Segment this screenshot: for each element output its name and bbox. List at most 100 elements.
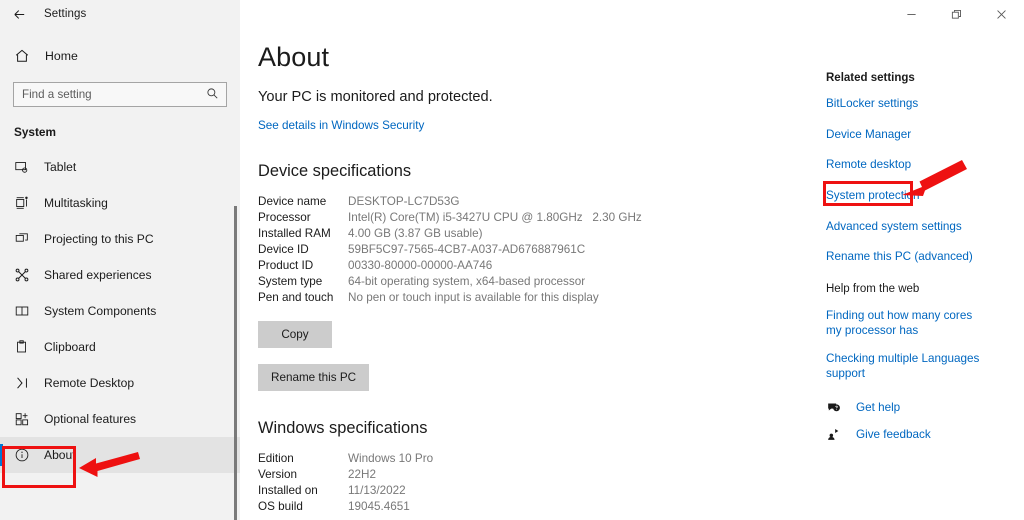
copy-button[interactable]: Copy: [258, 321, 332, 348]
rail-link-device-manager[interactable]: Device Manager: [826, 128, 911, 143]
window-controls: [889, 0, 1024, 28]
spec-key: Installed RAM: [258, 226, 331, 240]
rail-link-bitlocker-settings[interactable]: BitLocker settings: [826, 97, 918, 112]
sidebar-section-label: System: [14, 125, 56, 139]
get-help-row[interactable]: Get help: [826, 400, 1024, 415]
spec-key: Device name: [258, 194, 327, 208]
page-title: About: [258, 42, 330, 72]
sidebar-item-shared-experiences[interactable]: Shared experiences: [0, 257, 240, 293]
search-input[interactable]: [14, 83, 194, 106]
table-row: Installed RAM 4.00 GB (3.87 GB usable): [258, 225, 642, 241]
rename-this-pc-button[interactable]: Rename this PC: [258, 364, 370, 391]
home-icon: [14, 48, 36, 64]
spec-key: Installed on: [258, 483, 318, 497]
table-row: Processor Intel(R) Core(TM) i5-3427U CPU…: [258, 209, 642, 225]
sidebar-item-label: Optional features: [44, 412, 137, 426]
sidebar-item-label: Projecting to this PC: [44, 232, 154, 246]
sidebar-item-projecting-to-this-pc[interactable]: Projecting to this PC: [0, 221, 240, 257]
spec-key: Pen and touch: [258, 290, 334, 304]
restore-button[interactable]: [934, 0, 979, 28]
windows-specifications-table: Edition Windows 10 Pro Version 22H2 Inst…: [258, 450, 433, 514]
give-feedback-link[interactable]: Give feedback: [856, 428, 931, 441]
spec-value: 00330-80000-00000-AA746: [348, 258, 493, 272]
sidebar-item-about[interactable]: About: [0, 437, 240, 473]
help-link-languages-support[interactable]: Checking multiple Languages support: [826, 351, 986, 381]
spec-value: 4.00 GB (3.87 GB usable): [348, 226, 483, 240]
sidebar-item-optional-features[interactable]: Optional features: [0, 401, 240, 437]
spec-key: Edition: [258, 451, 294, 465]
sidebar-home-label: Home: [45, 49, 78, 63]
clipboard-icon: [14, 337, 34, 357]
table-row: Product ID 00330-80000-00000-AA746: [258, 257, 642, 273]
title-bar-left: Settings: [0, 0, 240, 28]
related-settings-rail: Related settings BitLocker settings Devi…: [826, 72, 1024, 454]
table-row: Installed on 11/13/2022: [258, 482, 433, 498]
tablet-icon: [14, 157, 34, 177]
spec-value: DESKTOP-LC7D53G: [348, 194, 460, 208]
spec-key: OS build: [258, 499, 303, 513]
spec-key: Processor: [258, 210, 311, 224]
spec-key: Product ID: [258, 258, 314, 272]
table-row: Pen and touch No pen or touch input is a…: [258, 289, 642, 305]
sidebar-item-label: Clipboard: [44, 340, 96, 354]
help-bubble-icon: [826, 400, 846, 415]
windows-security-link[interactable]: See details in Windows Security: [258, 119, 424, 132]
rail-link-remote-desktop[interactable]: Remote desktop: [826, 158, 911, 173]
rail-link-advanced-system-settings[interactable]: Advanced system settings: [826, 220, 962, 235]
projecting-icon: [14, 229, 34, 249]
table-row: Device ID 59BF5C97-7565-4CB7-A037-AD6768…: [258, 241, 642, 257]
help-link-processor-cores[interactable]: Finding out how many cores my processor …: [826, 308, 986, 338]
device-specifications-table: Device name DESKTOP-LC7D53G Processor In…: [258, 193, 642, 305]
search-box[interactable]: [13, 82, 227, 107]
sidebar-item-clipboard[interactable]: Clipboard: [0, 329, 240, 365]
sidebar-item-system-components[interactable]: System Components: [0, 293, 240, 329]
sidebar-scrollbar[interactable]: [234, 206, 237, 520]
table-row: Version 22H2: [258, 466, 433, 482]
table-row: Edition Windows 10 Pro: [258, 450, 433, 466]
table-row: OS build 19045.4651: [258, 498, 433, 514]
title-bar: Settings: [0, 0, 1024, 28]
rail-link-rename-this-pc-advanced[interactable]: Rename this PC (advanced): [826, 250, 973, 265]
minimize-button[interactable]: [889, 0, 934, 28]
table-row: System type 64-bit operating system, x64…: [258, 273, 642, 289]
spec-key: System type: [258, 274, 323, 288]
sidebar: Home System Tablet: [0, 28, 240, 520]
search-container: [0, 70, 240, 107]
table-row: Device name DESKTOP-LC7D53G: [258, 193, 642, 209]
sidebar-nav-list: Tablet Multitasking Projecting to this P…: [0, 149, 240, 473]
sidebar-item-label: Tablet: [44, 160, 77, 174]
sidebar-item-remote-desktop[interactable]: Remote Desktop: [0, 365, 240, 401]
system-components-icon: [14, 301, 34, 321]
spec-key: Version: [258, 467, 297, 481]
spec-value: 19045.4651: [348, 499, 410, 513]
sidebar-item-tablet[interactable]: Tablet: [0, 149, 240, 185]
back-arrow-icon[interactable]: [0, 0, 38, 28]
spec-key: Device ID: [258, 242, 309, 256]
feedback-icon: [826, 427, 846, 442]
spec-value: 22H2: [348, 467, 376, 481]
sidebar-item-multitasking[interactable]: Multitasking: [0, 185, 240, 221]
rail-link-system-protection[interactable]: System protection: [826, 189, 920, 204]
sidebar-item-label: System Components: [44, 304, 157, 318]
search-icon[interactable]: [206, 87, 219, 105]
remote-desktop-icon: [14, 373, 34, 393]
sidebar-item-label: Multitasking: [44, 196, 108, 210]
spec-value: No pen or touch input is available for t…: [348, 290, 599, 304]
spec-value: 11/13/2022: [348, 483, 406, 497]
sidebar-item-label: About: [44, 448, 76, 462]
close-button[interactable]: [979, 0, 1024, 28]
sidebar-item-home[interactable]: Home: [0, 42, 240, 70]
related-settings-heading: Related settings: [826, 72, 915, 84]
settings-window: Settings Home Find a setting System Tabl…: [0, 0, 1024, 520]
sidebar-item-label: Remote Desktop: [44, 376, 135, 390]
info-icon: [14, 445, 34, 465]
spec-value: Windows 10 Pro: [348, 451, 434, 465]
give-feedback-row[interactable]: Give feedback: [826, 427, 1024, 442]
get-help-link[interactable]: Get help: [856, 401, 900, 414]
sidebar-item-label: Shared experiences: [44, 268, 152, 282]
spec-value: 64-bit operating system, x64-based proce…: [348, 274, 586, 288]
shared-experiences-icon: [14, 265, 34, 285]
spec-value: Intel(R) Core(TM) i5-3427U CPU @ 1.80GHz…: [348, 210, 642, 224]
spec-value: 59BF5C97-7565-4CB7-A037-AD676887961C: [348, 242, 586, 256]
optional-features-icon: [14, 409, 34, 429]
